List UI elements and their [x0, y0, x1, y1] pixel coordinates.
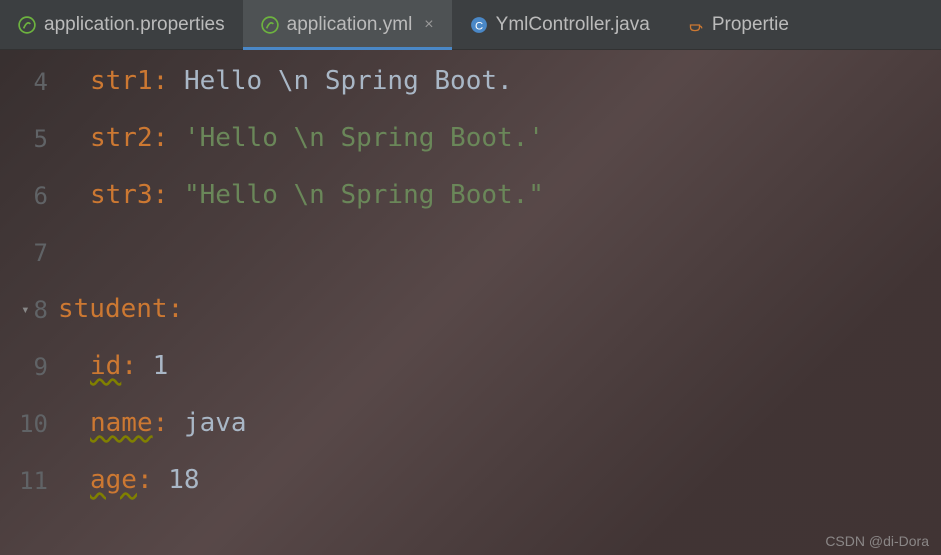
tab-ymlcontroller[interactable]: C YmlController.java: [452, 0, 668, 49]
java-icon: [686, 16, 704, 34]
spring-icon: [261, 16, 279, 34]
line-number: 9: [0, 353, 58, 410]
code-line: student:: [58, 296, 941, 353]
code-line: name: java: [58, 410, 941, 467]
tab-application-yml[interactable]: application.yml ×: [243, 0, 452, 49]
code-line: age: 18: [58, 467, 941, 524]
tab-label: application.properties: [44, 14, 225, 36]
code-line: id: 1: [58, 353, 941, 410]
code-line: str3: "Hello \n Spring Boot.": [58, 182, 941, 239]
tab-label: YmlController.java: [496, 14, 650, 36]
line-number: 7: [0, 239, 58, 296]
line-number: 6: [0, 182, 58, 239]
tab-label: Propertie: [712, 14, 789, 36]
watermark: CSDN @di-Dora: [825, 533, 929, 549]
svg-text:C: C: [475, 20, 483, 32]
code-line-blank: [58, 239, 941, 296]
chevron-down-icon[interactable]: ▾: [21, 302, 29, 318]
tab-properties-truncated[interactable]: Propertie: [668, 0, 807, 49]
editor-tabs: application.properties application.yml ×…: [0, 0, 941, 50]
tab-application-properties[interactable]: application.properties: [0, 0, 243, 49]
class-icon: C: [470, 16, 488, 34]
tab-label: application.yml: [287, 14, 413, 36]
line-number: 10: [0, 410, 58, 467]
code-line: str1: Hello \n Spring Boot.: [58, 68, 941, 125]
code-editor[interactable]: 4 5 6 7 ▾8 9 10 11 str1: Hello \n Spring…: [0, 50, 941, 555]
spring-icon: [18, 16, 36, 34]
line-number: 11: [0, 467, 58, 524]
line-number: ▾8: [0, 296, 58, 353]
code-content[interactable]: str1: Hello \n Spring Boot. str2: 'Hello…: [58, 50, 941, 555]
code-line: str2: 'Hello \n Spring Boot.': [58, 125, 941, 182]
line-number: 4: [0, 68, 58, 125]
gutter: 4 5 6 7 ▾8 9 10 11: [0, 50, 58, 555]
line-number: 5: [0, 125, 58, 182]
close-icon[interactable]: ×: [424, 16, 433, 34]
